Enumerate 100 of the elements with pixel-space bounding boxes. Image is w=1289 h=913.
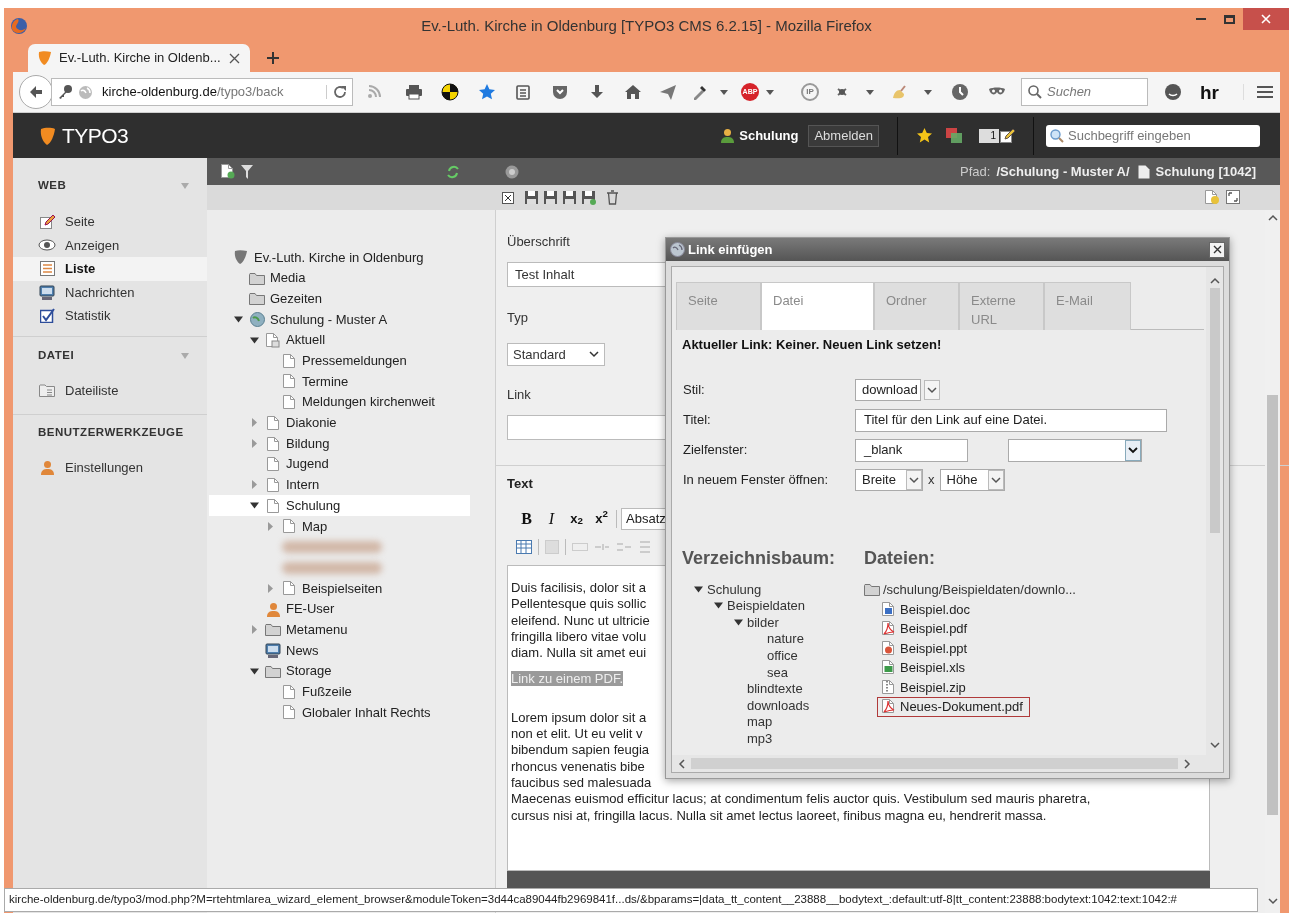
- caret-icon[interactable]: [765, 88, 775, 96]
- send-icon[interactable]: [659, 83, 677, 101]
- star-icon[interactable]: [916, 127, 933, 144]
- tree-item[interactable]: Storage: [209, 660, 470, 682]
- folder-item[interactable]: bilder: [682, 614, 864, 631]
- tree-item[interactable]: Schulung: [209, 495, 470, 516]
- filter-icon[interactable]: [241, 164, 253, 179]
- caret-down-icon[interactable]: [714, 601, 723, 611]
- scroll-left-icon[interactable]: [678, 758, 685, 769]
- folder-item[interactable]: blindtexte: [682, 680, 864, 698]
- folder-item[interactable]: sea: [682, 663, 864, 681]
- home-icon[interactable]: [624, 83, 642, 101]
- scrollbar-thumb[interactable]: [1209, 288, 1220, 533]
- file-item[interactable]: Beispiel.zip: [877, 677, 973, 698]
- format-select[interactable]: Absatz: [621, 508, 667, 530]
- tree-item[interactable]: Jugend: [209, 453, 470, 475]
- trash-icon[interactable]: [606, 190, 619, 205]
- format-button[interactable]: x$^{2}$: [591, 509, 612, 529]
- tree-item[interactable]: Beispielseiten: [209, 578, 470, 599]
- count-badge[interactable]: 1: [979, 128, 999, 143]
- save-new-icon[interactable]: [581, 190, 596, 205]
- file-item[interactable]: Beispiel.pdf: [877, 618, 975, 639]
- reload-icon[interactable]: [333, 85, 347, 99]
- module-item[interactable]: Anzeigen: [13, 233, 207, 257]
- browser-tab[interactable]: Ev.-Luth. Kirche in Oldenb...: [28, 44, 250, 72]
- file-item[interactable]: Beispiel.doc: [877, 599, 978, 620]
- tree-item[interactable]: Schulung - Muster A: [209, 309, 470, 330]
- tree-item[interactable]: Pressemeldungen: [209, 350, 470, 372]
- path-link[interactable]: /Schulung - Muster A/: [996, 161, 1130, 182]
- target-icon[interactable]: [441, 83, 459, 101]
- new-record-icon[interactable]: [1205, 190, 1220, 205]
- history-icon[interactable]: [951, 83, 969, 101]
- scroll-down-icon[interactable]: [1267, 898, 1278, 905]
- folder-item[interactable]: map: [682, 713, 864, 731]
- text-field[interactable]: _blank: [855, 438, 968, 462]
- fullscreen-icon[interactable]: [1226, 190, 1240, 204]
- file-item[interactable]: Beispiel.xls: [877, 657, 973, 678]
- menu-icon[interactable]: [1256, 84, 1274, 100]
- tree-item[interactable]: FE-User: [209, 598, 470, 620]
- tree-item[interactable]: Aktuell: [209, 329, 470, 351]
- text-field[interactable]: Titel für den Link auf eine Datei.: [855, 408, 1167, 432]
- save-icon[interactable]: [524, 190, 539, 205]
- dialog-tab[interactable]: Datei: [761, 282, 874, 330]
- scroll-down-icon[interactable]: [1209, 742, 1220, 749]
- format-button[interactable]: x$_{2}$: [566, 509, 587, 529]
- file-item[interactable]: Neues-Dokument.pdf: [877, 696, 1030, 717]
- tree-item[interactable]: Map: [209, 515, 470, 537]
- dropper-icon[interactable]: [691, 83, 709, 101]
- caret-down-icon[interactable]: [250, 335, 259, 345]
- module-item[interactable]: Einstellungen: [13, 456, 207, 480]
- close-doc-icon[interactable]: [502, 191, 514, 204]
- module-item[interactable]: Liste: [13, 257, 207, 281]
- text-field[interactable]: [507, 415, 667, 440]
- address-field[interactable]: kirche-oldenburg.de/typo3/back: [51, 78, 353, 106]
- tree-item[interactable]: Fußzeile: [209, 681, 470, 703]
- print-icon[interactable]: [405, 83, 423, 101]
- close-button[interactable]: [1209, 241, 1225, 258]
- file-item[interactable]: Beispiel.ppt: [877, 638, 975, 659]
- folder-item[interactable]: mp3: [682, 730, 864, 747]
- edit-icon[interactable]: [999, 127, 1015, 144]
- search-field[interactable]: Suchbegriff eingeben: [1046, 124, 1260, 147]
- module-item[interactable]: Seite: [13, 210, 207, 234]
- table-icon[interactable]: [516, 540, 532, 554]
- chat-icon[interactable]: [1164, 83, 1182, 101]
- tree-item[interactable]: Gezeiten: [209, 288, 470, 310]
- close-icon[interactable]: [229, 52, 240, 64]
- caret-down-icon[interactable]: [250, 666, 259, 676]
- format-button[interactable]: B: [516, 509, 537, 529]
- caret-down-icon[interactable]: [234, 314, 243, 324]
- caret-down-icon[interactable]: [250, 501, 259, 511]
- tree-item[interactable]: Intern: [209, 474, 470, 496]
- tree-item[interactable]: Metamenu: [209, 619, 470, 641]
- new-tab-icon[interactable]: [266, 51, 280, 65]
- scroll-right-icon[interactable]: [1184, 758, 1191, 769]
- caret-down-icon[interactable]: [734, 618, 743, 627]
- pocket-icon[interactable]: [551, 83, 569, 101]
- select-field[interactable]: [1008, 438, 1142, 462]
- profile-logo[interactable]: hr: [1200, 82, 1219, 102]
- cell-icon[interactable]: [545, 540, 559, 554]
- star-icon[interactable]: [478, 83, 496, 101]
- save-view-icon[interactable]: [543, 190, 558, 205]
- select-field[interactable]: Breite: [855, 469, 923, 491]
- text-field[interactable]: Test Inhalt: [507, 262, 667, 287]
- tree-item[interactable]: Ev.-Luth. Kirche in Oldenburg: [209, 247, 470, 268]
- search-field[interactable]: Suchen: [1021, 78, 1148, 106]
- refresh-icon[interactable]: [447, 164, 459, 179]
- tree-item[interactable]: Bildung: [209, 433, 470, 454]
- folder-item[interactable]: downloads: [682, 697, 864, 714]
- module-item[interactable]: Statistik: [13, 304, 207, 328]
- format-button[interactable]: I: [541, 509, 562, 529]
- ip-icon[interactable]: IP: [801, 83, 819, 101]
- tree-item[interactable]: Diakonie: [209, 412, 470, 434]
- scrollbar-thumb[interactable]: [1267, 395, 1278, 815]
- scroll-up-icon[interactable]: [1209, 277, 1220, 284]
- folder-item[interactable]: office: [682, 647, 864, 664]
- folder-item[interactable]: nature: [682, 630, 864, 648]
- new-page-icon[interactable]: [221, 164, 235, 179]
- tree-item[interactable]: Media: [209, 267, 470, 289]
- logout-button[interactable]: Abmelden: [808, 124, 879, 147]
- select-field[interactable]: Höhe: [939, 469, 1005, 491]
